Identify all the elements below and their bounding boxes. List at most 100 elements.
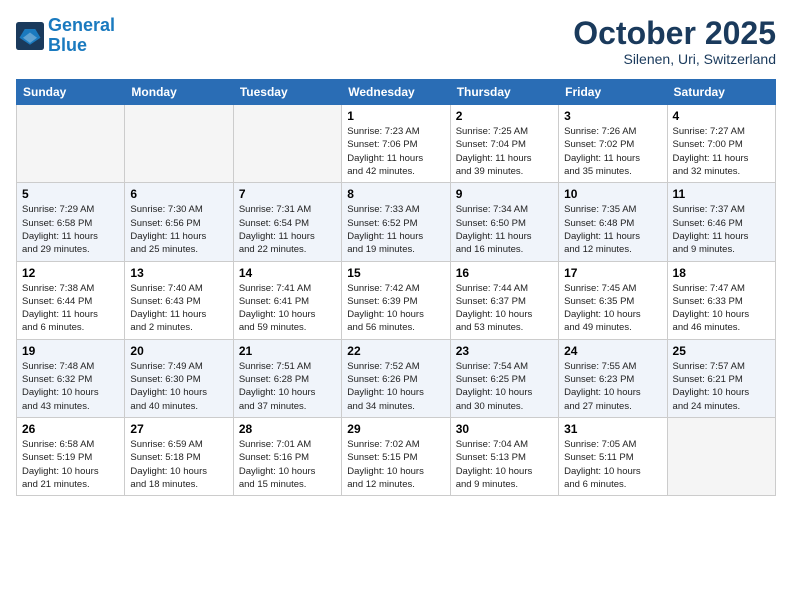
day-info: Sunrise: 7:48 AM Sunset: 6:32 PM Dayligh…	[22, 360, 119, 413]
month-title: October 2025	[573, 16, 776, 51]
day-info: Sunrise: 7:51 AM Sunset: 6:28 PM Dayligh…	[239, 360, 336, 413]
day-number: 11	[673, 187, 770, 201]
day-info: Sunrise: 7:35 AM Sunset: 6:48 PM Dayligh…	[564, 203, 661, 256]
calendar-cell: 12Sunrise: 7:38 AM Sunset: 6:44 PM Dayli…	[17, 261, 125, 339]
day-number: 20	[130, 344, 227, 358]
day-info: Sunrise: 7:34 AM Sunset: 6:50 PM Dayligh…	[456, 203, 553, 256]
col-header-sunday: Sunday	[17, 80, 125, 105]
calendar-cell: 10 Sunrise: 7:35 AM Sunset: 6:48 PM Dayli…	[559, 183, 667, 261]
day-info: Sunrise: 7:31 AM Sunset: 6:54 PM Dayligh…	[239, 203, 336, 256]
day-number: 13	[130, 266, 227, 280]
day-number: 1	[347, 109, 444, 123]
calendar-cell: 13 Sunrise: 7:40 AM Sunset: 6:43 PM Dayli…	[125, 261, 233, 339]
day-number: 9	[456, 187, 553, 201]
calendar-week-row: 19Sunrise: 7:48 AM Sunset: 6:32 PM Dayli…	[17, 339, 776, 417]
calendar-cell: 11 Sunrise: 7:37 AM Sunset: 6:46 PM Dayli…	[667, 183, 775, 261]
calendar-cell	[233, 105, 341, 183]
day-info: Sunrise: 7:01 AM Sunset: 5:16 PM Dayligh…	[239, 438, 336, 491]
day-number: 26	[22, 422, 119, 436]
day-number: 28	[239, 422, 336, 436]
day-info: Sunrise: 7:54 AM Sunset: 6:25 PM Dayligh…	[456, 360, 553, 413]
calendar-cell: 16 Sunrise: 7:44 AM Sunset: 6:37 PM Dayli…	[450, 261, 558, 339]
col-header-thursday: Thursday	[450, 80, 558, 105]
day-info: Sunrise: 7:49 AM Sunset: 6:30 PM Dayligh…	[130, 360, 227, 413]
day-info: Sunrise: 7:45 AM Sunset: 6:35 PM Dayligh…	[564, 282, 661, 335]
calendar-cell: 15Sunrise: 7:42 AM Sunset: 6:39 PM Dayli…	[342, 261, 450, 339]
calendar-cell: 27Sunrise: 6:59 AM Sunset: 5:18 PM Dayli…	[125, 417, 233, 495]
calendar-cell: 7Sunrise: 7:31 AM Sunset: 6:54 PM Daylig…	[233, 183, 341, 261]
day-info: Sunrise: 7:57 AM Sunset: 6:21 PM Dayligh…	[673, 360, 770, 413]
day-number: 30	[456, 422, 553, 436]
day-info: Sunrise: 7:47 AM Sunset: 6:33 PM Dayligh…	[673, 282, 770, 335]
calendar-cell	[667, 417, 775, 495]
logo-text: General Blue	[48, 16, 115, 56]
location-subtitle: Silenen, Uri, Switzerland	[573, 51, 776, 67]
calendar-cell: 2 Sunrise: 7:25 AM Sunset: 7:04 PM Daylig…	[450, 105, 558, 183]
calendar-cell: 29 Sunrise: 7:02 AM Sunset: 5:15 PM Dayli…	[342, 417, 450, 495]
calendar-week-row: 12Sunrise: 7:38 AM Sunset: 6:44 PM Dayli…	[17, 261, 776, 339]
calendar-cell: 25 Sunrise: 7:57 AM Sunset: 6:21 PM Dayli…	[667, 339, 775, 417]
day-info: Sunrise: 7:04 AM Sunset: 5:13 PM Dayligh…	[456, 438, 553, 491]
day-number: 5	[22, 187, 119, 201]
day-info: Sunrise: 7:44 AM Sunset: 6:37 PM Dayligh…	[456, 282, 553, 335]
calendar-week-row: 1 Sunrise: 7:23 AM Sunset: 7:06 PM Daylig…	[17, 105, 776, 183]
day-info: Sunrise: 7:27 AM Sunset: 7:00 PM Dayligh…	[673, 125, 770, 178]
day-info: Sunrise: 7:30 AM Sunset: 6:56 PM Dayligh…	[130, 203, 227, 256]
calendar-cell: 3Sunrise: 7:26 AM Sunset: 7:02 PM Daylig…	[559, 105, 667, 183]
col-header-monday: Monday	[125, 80, 233, 105]
calendar-cell: 28 Sunrise: 7:01 AM Sunset: 5:16 PM Dayli…	[233, 417, 341, 495]
day-info: Sunrise: 7:41 AM Sunset: 6:41 PM Dayligh…	[239, 282, 336, 335]
day-info: Sunrise: 7:37 AM Sunset: 6:46 PM Dayligh…	[673, 203, 770, 256]
day-number: 10	[564, 187, 661, 201]
page-header: General Blue October 2025 Silenen, Uri, …	[16, 16, 776, 67]
day-info: Sunrise: 7:23 AM Sunset: 7:06 PM Dayligh…	[347, 125, 444, 178]
day-number: 14	[239, 266, 336, 280]
calendar-cell: 21Sunrise: 7:51 AM Sunset: 6:28 PM Dayli…	[233, 339, 341, 417]
day-info: Sunrise: 7:33 AM Sunset: 6:52 PM Dayligh…	[347, 203, 444, 256]
day-number: 17	[564, 266, 661, 280]
day-number: 24	[564, 344, 661, 358]
day-number: 25	[673, 344, 770, 358]
day-info: Sunrise: 7:26 AM Sunset: 7:02 PM Dayligh…	[564, 125, 661, 178]
day-info: Sunrise: 7:52 AM Sunset: 6:26 PM Dayligh…	[347, 360, 444, 413]
day-number: 23	[456, 344, 553, 358]
day-number: 6	[130, 187, 227, 201]
day-info: Sunrise: 7:25 AM Sunset: 7:04 PM Dayligh…	[456, 125, 553, 178]
calendar-cell: 22 Sunrise: 7:52 AM Sunset: 6:26 PM Dayli…	[342, 339, 450, 417]
calendar-week-row: 5 Sunrise: 7:29 AM Sunset: 6:58 PM Daylig…	[17, 183, 776, 261]
logo: General Blue	[16, 16, 115, 56]
calendar-cell: 31Sunrise: 7:05 AM Sunset: 5:11 PM Dayli…	[559, 417, 667, 495]
calendar-cell: 17 Sunrise: 7:45 AM Sunset: 6:35 PM Dayli…	[559, 261, 667, 339]
day-number: 4	[673, 109, 770, 123]
calendar-cell: 8 Sunrise: 7:33 AM Sunset: 6:52 PM Daylig…	[342, 183, 450, 261]
calendar-cell: 24Sunrise: 7:55 AM Sunset: 6:23 PM Dayli…	[559, 339, 667, 417]
day-number: 8	[347, 187, 444, 201]
day-info: Sunrise: 7:42 AM Sunset: 6:39 PM Dayligh…	[347, 282, 444, 335]
day-number: 22	[347, 344, 444, 358]
calendar-table: SundayMondayTuesdayWednesdayThursdayFrid…	[16, 79, 776, 496]
day-number: 27	[130, 422, 227, 436]
day-number: 29	[347, 422, 444, 436]
calendar-cell: 26Sunrise: 6:58 AM Sunset: 5:19 PM Dayli…	[17, 417, 125, 495]
day-number: 2	[456, 109, 553, 123]
calendar-week-row: 26Sunrise: 6:58 AM Sunset: 5:19 PM Dayli…	[17, 417, 776, 495]
col-header-friday: Friday	[559, 80, 667, 105]
calendar-cell	[125, 105, 233, 183]
calendar-header-row: SundayMondayTuesdayWednesdayThursdayFrid…	[17, 80, 776, 105]
calendar-cell: 9 Sunrise: 7:34 AM Sunset: 6:50 PM Daylig…	[450, 183, 558, 261]
calendar-cell: 23 Sunrise: 7:54 AM Sunset: 6:25 PM Dayli…	[450, 339, 558, 417]
day-info: Sunrise: 7:29 AM Sunset: 6:58 PM Dayligh…	[22, 203, 119, 256]
calendar-cell: 6 Sunrise: 7:30 AM Sunset: 6:56 PM Daylig…	[125, 183, 233, 261]
logo-icon	[16, 22, 44, 50]
day-info: Sunrise: 7:40 AM Sunset: 6:43 PM Dayligh…	[130, 282, 227, 335]
day-info: Sunrise: 7:02 AM Sunset: 5:15 PM Dayligh…	[347, 438, 444, 491]
day-number: 12	[22, 266, 119, 280]
calendar-cell: 4 Sunrise: 7:27 AM Sunset: 7:00 PM Daylig…	[667, 105, 775, 183]
day-number: 18	[673, 266, 770, 280]
calendar-cell: 19Sunrise: 7:48 AM Sunset: 6:32 PM Dayli…	[17, 339, 125, 417]
calendar-cell: 18 Sunrise: 7:47 AM Sunset: 6:33 PM Dayli…	[667, 261, 775, 339]
day-info: Sunrise: 7:05 AM Sunset: 5:11 PM Dayligh…	[564, 438, 661, 491]
day-number: 16	[456, 266, 553, 280]
calendar-cell: 14 Sunrise: 7:41 AM Sunset: 6:41 PM Dayli…	[233, 261, 341, 339]
calendar-cell: 20 Sunrise: 7:49 AM Sunset: 6:30 PM Dayli…	[125, 339, 233, 417]
